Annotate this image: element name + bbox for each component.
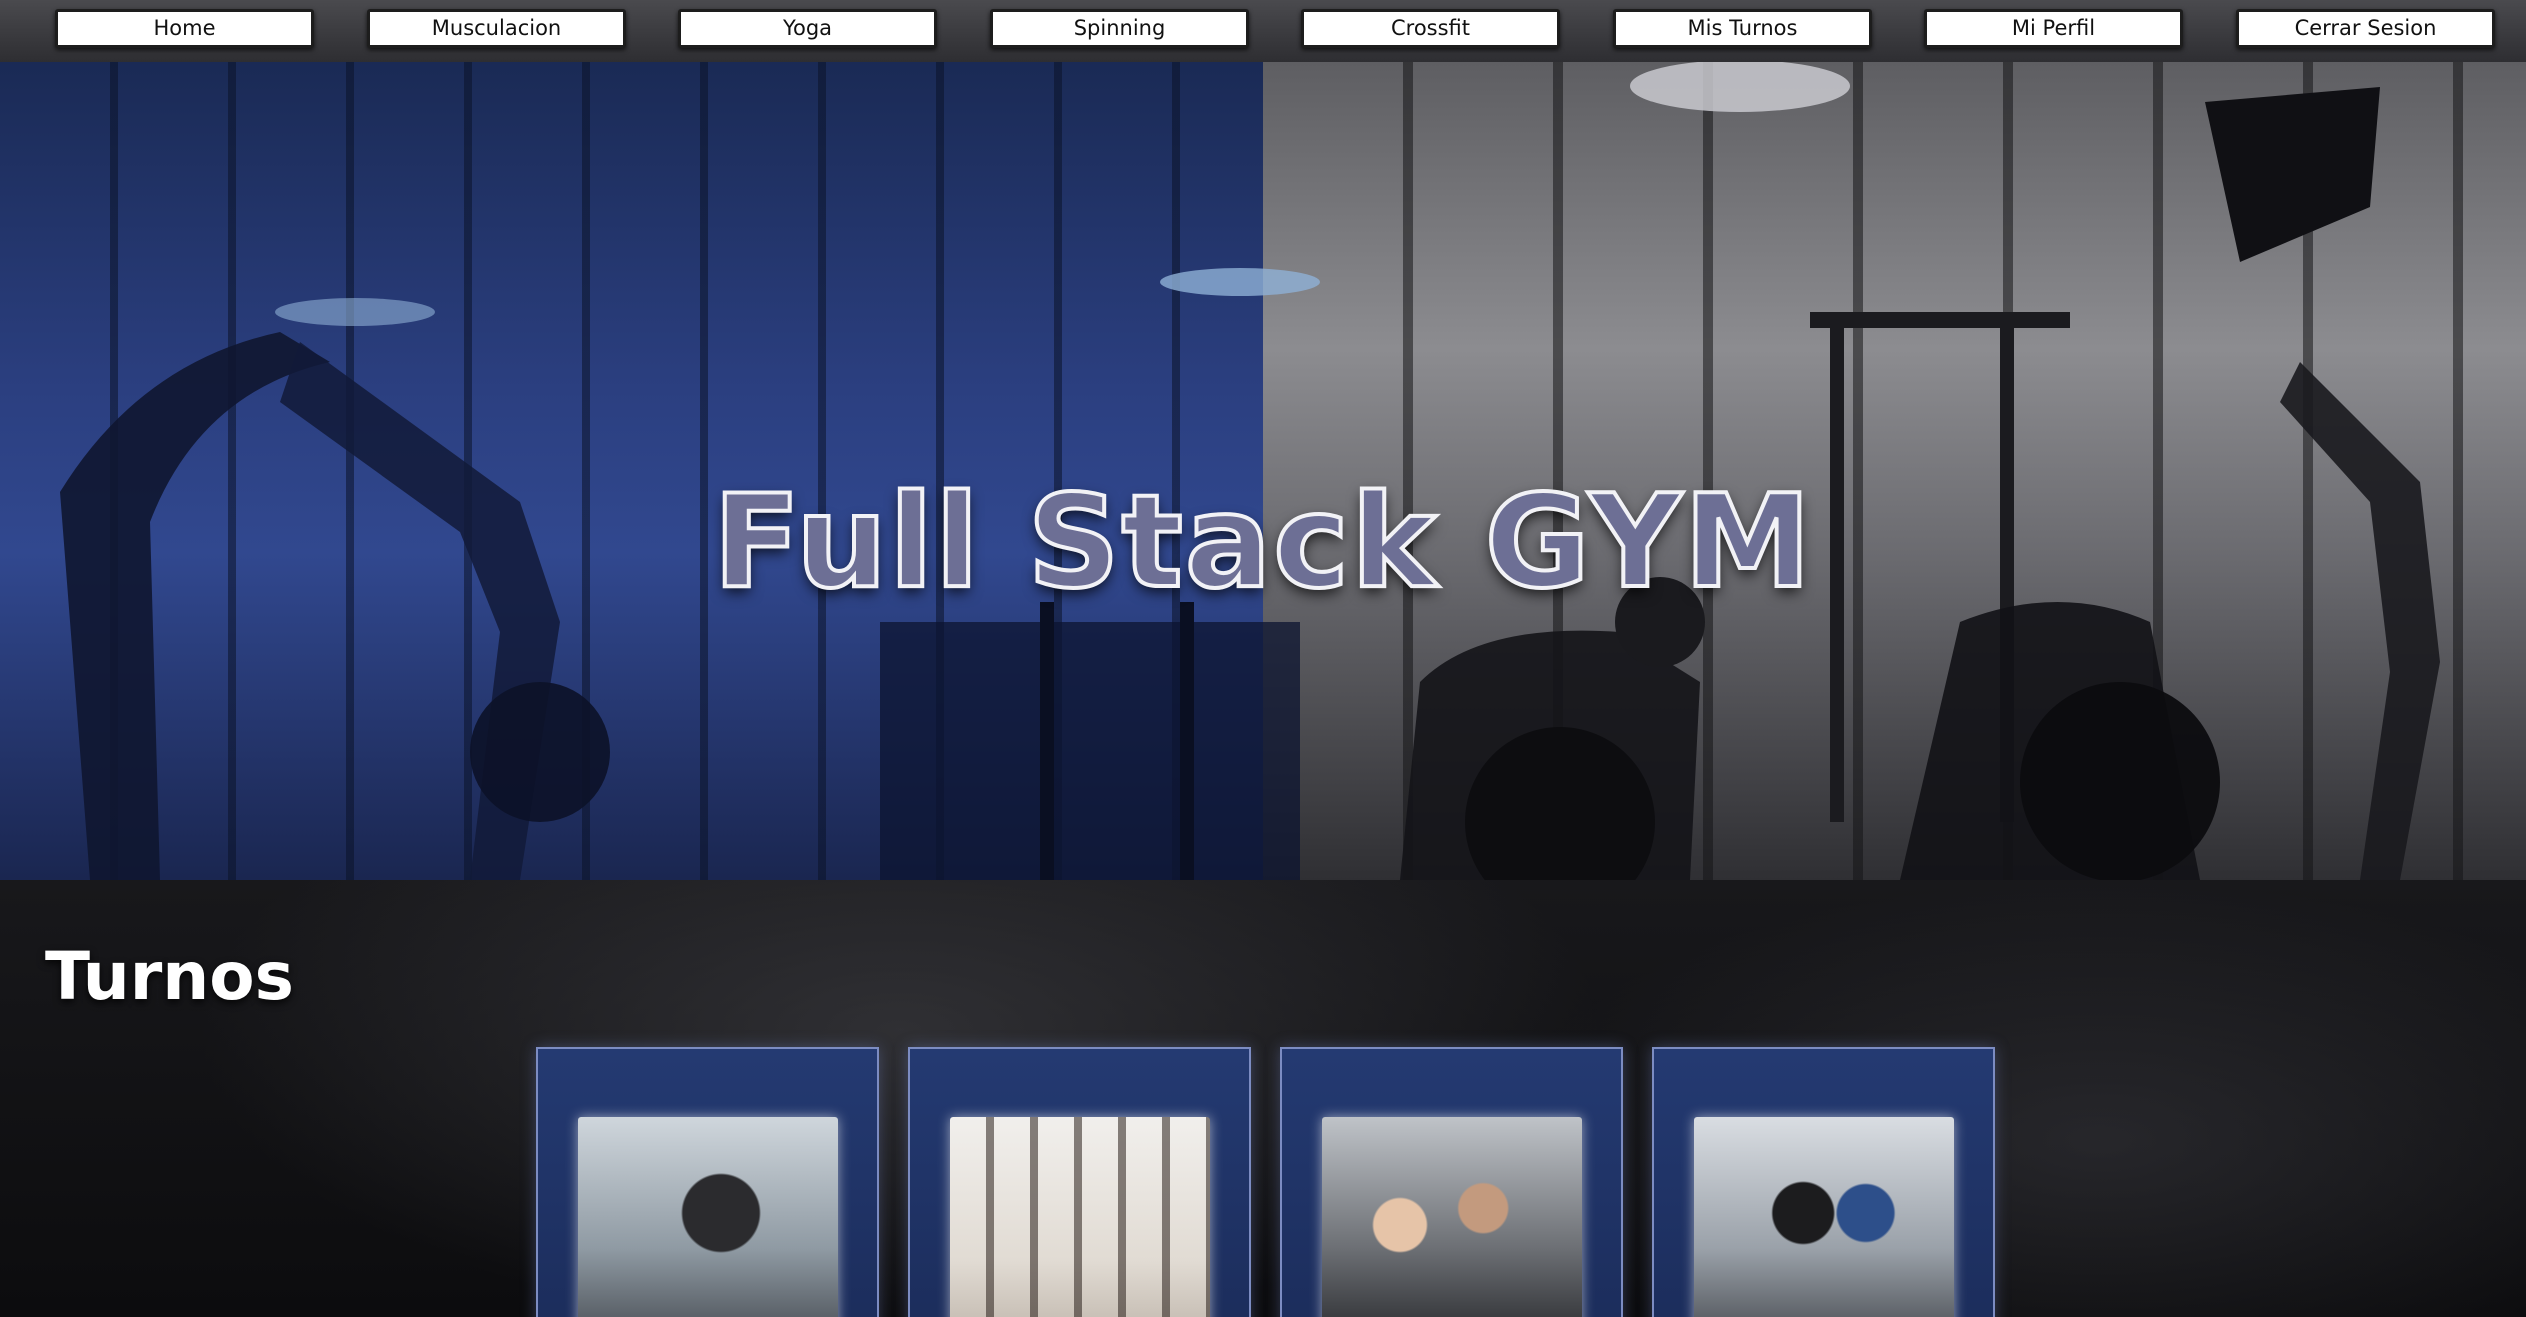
card-spinning[interactable]	[1280, 1047, 1623, 1317]
spinning-image	[1322, 1117, 1582, 1317]
top-navigation-bar: Home Musculacion Yoga Spinning Crossfit …	[0, 0, 2526, 62]
nav-home-button[interactable]: Home	[55, 9, 314, 48]
nav-crossfit-button[interactable]: Crossfit	[1301, 9, 1560, 48]
nav-mi-perfil-button[interactable]: Mi Perfil	[1924, 9, 2183, 48]
section-title: Turnos	[45, 938, 294, 1015]
hero-banner: Full Stack GYM	[0, 62, 2526, 880]
turnos-card-list	[0, 1047, 2526, 1317]
musculacion-image	[578, 1117, 838, 1317]
card-crossfit[interactable]	[1652, 1047, 1995, 1317]
turnos-section: Turnos	[0, 880, 2526, 1317]
card-yoga[interactable]	[908, 1047, 1251, 1317]
yoga-image	[950, 1117, 1210, 1317]
crossfit-image	[1694, 1117, 1954, 1317]
nav-mis-turnos-button[interactable]: Mis Turnos	[1613, 9, 1872, 48]
nav-cerrar-sesion-button[interactable]: Cerrar Sesion	[2236, 9, 2495, 48]
card-musculacion[interactable]	[536, 1047, 879, 1317]
nav-musculacion-button[interactable]: Musculacion	[367, 9, 626, 48]
hero-title: Full Stack GYM	[711, 466, 1814, 619]
nav-spinning-button[interactable]: Spinning	[990, 9, 1249, 48]
nav-yoga-button[interactable]: Yoga	[678, 9, 937, 48]
